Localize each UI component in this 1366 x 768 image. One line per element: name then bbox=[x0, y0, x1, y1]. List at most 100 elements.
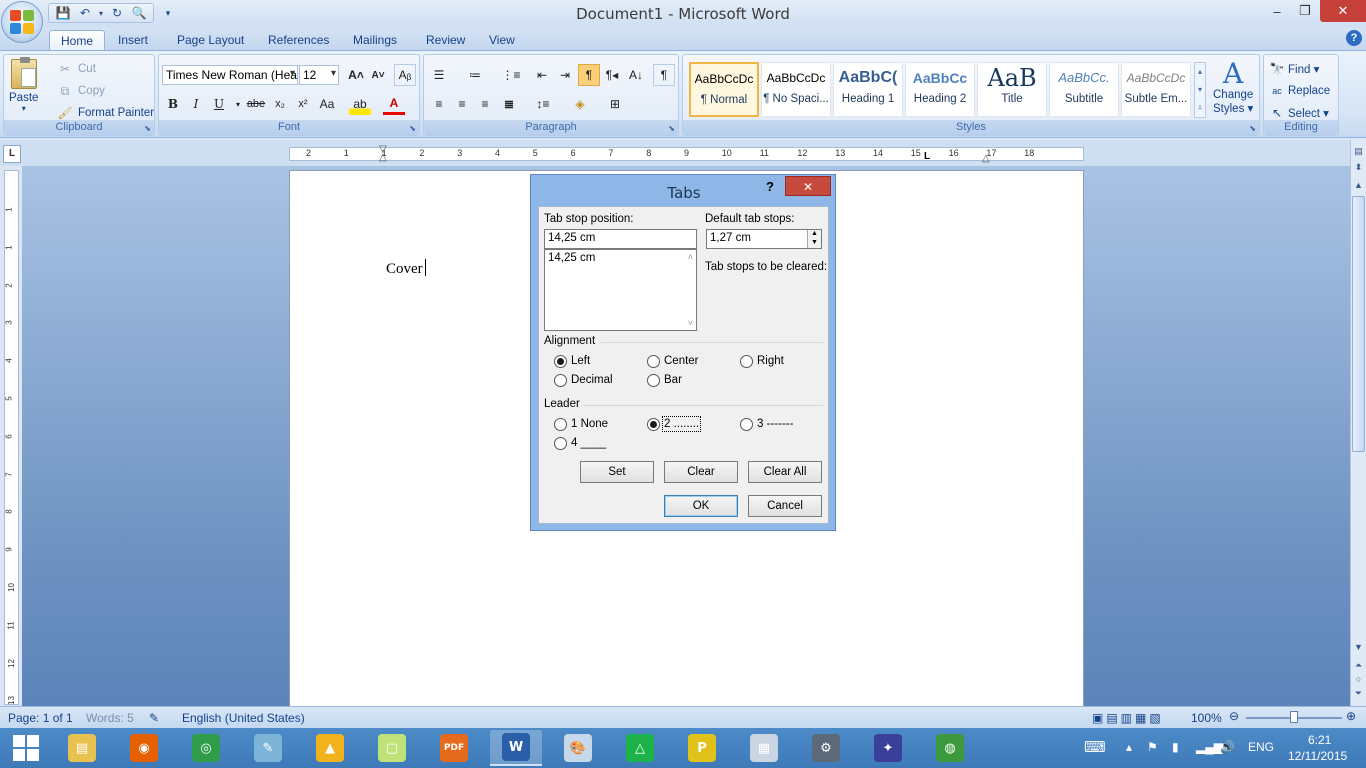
tray-expand-icon[interactable]: ▴ bbox=[1126, 740, 1132, 754]
default-tab-stops-input[interactable]: 1,27 cm ▲ ▼ bbox=[706, 229, 822, 249]
tab-insert[interactable]: Insert bbox=[107, 30, 159, 50]
scroll-down-icon[interactable]: ▼ bbox=[1352, 642, 1365, 654]
align-center-icon[interactable]: ≡ bbox=[451, 93, 473, 115]
zoom-level[interactable]: 100% bbox=[1191, 711, 1222, 725]
sort-icon[interactable]: A↓ bbox=[625, 64, 647, 86]
word-count[interactable]: Words: 5 bbox=[86, 711, 134, 725]
leader-dashes-label[interactable]: 3 ------- bbox=[757, 418, 793, 430]
next-page-icon[interactable]: ⏷ bbox=[1352, 688, 1365, 700]
tab-selector-button[interactable]: L bbox=[3, 145, 21, 163]
grow-font-button[interactable]: A˄ bbox=[345, 64, 367, 86]
input-language[interactable]: ENG bbox=[1248, 740, 1274, 754]
borders-icon[interactable]: ⊞ bbox=[604, 93, 626, 115]
bold-button[interactable]: B bbox=[162, 93, 184, 115]
view-ruler-icon[interactable]: ▤ bbox=[1352, 146, 1365, 158]
page-count[interactable]: Page: 1 of 1 bbox=[8, 711, 73, 725]
taskbar-app-button[interactable]: ✦ bbox=[862, 730, 914, 766]
shading-icon[interactable]: ◈ bbox=[569, 93, 591, 115]
vertical-scrollbar[interactable]: ▤ ⬍ ▲ ▼ ⏶ ○ ⏷ bbox=[1350, 140, 1366, 706]
highlight-icon[interactable]: ab bbox=[349, 93, 371, 115]
copy-button[interactable]: ⧉ Copy bbox=[56, 82, 105, 100]
tab-stop-list-item[interactable]: 14,25 cm bbox=[548, 252, 693, 264]
increase-indent-icon[interactable]: ⇥ bbox=[554, 64, 576, 86]
battery-icon[interactable]: ▮ bbox=[1172, 740, 1179, 754]
dialog-help-button[interactable]: ? bbox=[766, 179, 774, 194]
styles-gallery-scroll[interactable]: ▴ ▾ ⩡ bbox=[1194, 62, 1206, 118]
vertical-ruler[interactable]: 11234567891011121314 bbox=[4, 170, 19, 743]
subscript-button[interactable]: x₂ bbox=[269, 93, 291, 115]
numbering-icon[interactable]: ≔ bbox=[464, 64, 486, 86]
align-decimal-label[interactable]: Decimal bbox=[571, 374, 613, 386]
scrollbar-thumb[interactable] bbox=[1352, 196, 1365, 452]
styles-launcher-icon[interactable]: ⬊ bbox=[1249, 124, 1256, 133]
spin-up-icon[interactable]: ▲ bbox=[807, 230, 821, 239]
leader-dots-radio[interactable] bbox=[647, 418, 660, 431]
font-name-combo[interactable]: Times New Roman (Hea bbox=[162, 65, 298, 85]
replace-button[interactable]: ac Replace bbox=[1270, 82, 1330, 100]
tab-home[interactable]: Home bbox=[49, 30, 106, 50]
taskbar-app-button[interactable]: ◍ bbox=[924, 730, 976, 766]
taskbar-app-button[interactable]: W bbox=[490, 730, 542, 766]
cut-button[interactable]: ✂ Cut bbox=[56, 60, 96, 78]
taskbar-app-button[interactable]: ▲ bbox=[304, 730, 356, 766]
style-no-spacing[interactable]: AaBbCcDc ¶ No Spaci... bbox=[761, 62, 831, 117]
clear-formatting-icon[interactable]: Aᵦ bbox=[394, 64, 416, 86]
leader-none-radio[interactable] bbox=[554, 418, 567, 431]
font-size-combo[interactable]: 12 bbox=[299, 65, 339, 85]
superscript-button[interactable]: x² bbox=[292, 93, 314, 115]
select-browse-object-icon[interactable]: ○ bbox=[1352, 674, 1365, 686]
list-scroll-up-icon[interactable]: ˄ bbox=[688, 252, 693, 262]
font-color-button[interactable]: A bbox=[383, 93, 405, 115]
cancel-button[interactable]: Cancel bbox=[748, 495, 822, 517]
zoom-in-icon[interactable]: ⊕ bbox=[1346, 709, 1356, 723]
split-icon[interactable]: ⬍ bbox=[1352, 162, 1365, 174]
dialog-close-button[interactable]: ✕ bbox=[785, 176, 831, 196]
maximize-button[interactable]: ❐ bbox=[1290, 0, 1320, 22]
proofing-icon[interactable]: ✎ bbox=[149, 711, 159, 725]
justify-icon[interactable]: ≣ bbox=[498, 93, 520, 115]
paste-button[interactable]: Paste ▾ bbox=[9, 57, 38, 113]
line-spacing-icon[interactable]: ↕≡ bbox=[532, 93, 554, 115]
ok-button[interactable]: OK bbox=[664, 495, 738, 517]
style-subtitle[interactable]: AaBbCc. Subtitle bbox=[1049, 62, 1119, 117]
align-right-radio[interactable] bbox=[740, 355, 753, 368]
spin-down-icon[interactable]: ▼ bbox=[807, 239, 821, 248]
office-button[interactable] bbox=[1, 1, 43, 43]
style-title[interactable]: AaB Title bbox=[977, 62, 1047, 117]
set-button[interactable]: Set bbox=[580, 461, 654, 483]
style-normal[interactable]: AaBbCcDc ¶ Normal bbox=[689, 62, 759, 117]
align-bar-label[interactable]: Bar bbox=[664, 374, 682, 386]
tab-page-layout[interactable]: Page Layout bbox=[166, 30, 255, 50]
previous-page-icon[interactable]: ⏶ bbox=[1352, 660, 1365, 672]
document-text[interactable]: Cover bbox=[386, 259, 426, 278]
clear-all-button[interactable]: Clear All bbox=[748, 461, 822, 483]
language-indicator[interactable]: English (United States) bbox=[182, 711, 305, 725]
list-scroll-down-icon[interactable]: ˅ bbox=[688, 318, 693, 328]
change-case-button[interactable]: Aa bbox=[316, 93, 338, 115]
taskbar-app-button[interactable]: PDF bbox=[428, 730, 480, 766]
tab-stop-list[interactable]: 14,25 cm ˄ ˅ bbox=[544, 249, 697, 331]
align-decimal-radio[interactable] bbox=[554, 374, 567, 387]
align-center-radio[interactable] bbox=[647, 355, 660, 368]
clear-button[interactable]: Clear bbox=[664, 461, 738, 483]
align-left-radio[interactable] bbox=[554, 355, 567, 368]
scroll-up-icon[interactable]: ▲ bbox=[1352, 180, 1365, 192]
network-icon[interactable]: ▂▄▆ bbox=[1196, 740, 1223, 754]
start-button[interactable] bbox=[0, 730, 52, 766]
rtl-icon[interactable]: ¶◂ bbox=[601, 64, 623, 86]
style-heading-2[interactable]: AaBbCc Heading 2 bbox=[905, 62, 975, 117]
multilevel-list-icon[interactable]: ⋮≡ bbox=[500, 64, 522, 86]
strikethrough-button[interactable]: abe bbox=[245, 93, 267, 115]
shrink-font-button[interactable]: A˅ bbox=[367, 64, 389, 86]
leader-underline-radio[interactable] bbox=[554, 437, 567, 450]
tab-references[interactable]: References bbox=[257, 30, 340, 50]
change-styles-button[interactable]: A Change Styles ▾ bbox=[1213, 59, 1253, 116]
right-indent-marker-icon[interactable]: △ bbox=[982, 153, 990, 164]
style-heading-1[interactable]: AaBbC( Heading 1 bbox=[833, 62, 903, 117]
taskbar-app-button[interactable]: ▦ bbox=[738, 730, 790, 766]
style-subtle-emphasis[interactable]: AaBbCcDc Subtle Em... bbox=[1121, 62, 1191, 117]
clock-time[interactable]: 6:21 bbox=[1308, 733, 1331, 747]
taskbar-app-button[interactable]: ⚙ bbox=[800, 730, 852, 766]
dialog-launcher-icon[interactable]: ⬊ bbox=[144, 124, 151, 133]
minimize-button[interactable]: ‒ bbox=[1262, 0, 1292, 22]
